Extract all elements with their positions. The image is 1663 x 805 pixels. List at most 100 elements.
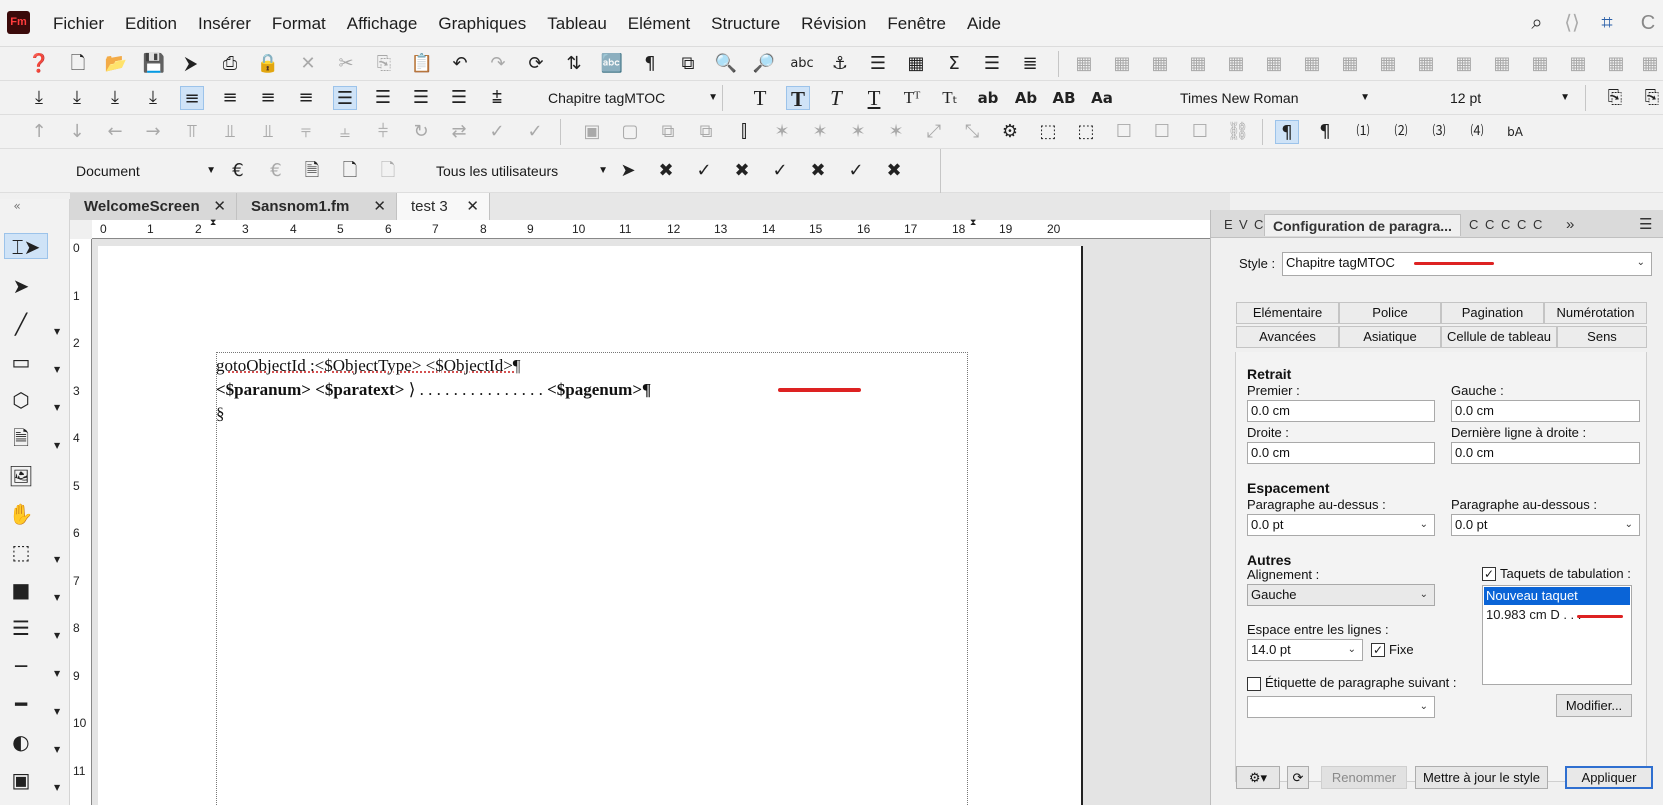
text-direction-icon[interactable]: bA bbox=[1503, 120, 1527, 144]
cross-ref-icon[interactable]: ¶ bbox=[638, 52, 662, 76]
menu-fichier[interactable]: Fichier bbox=[45, 14, 112, 34]
frame-bounds-icon[interactable]: ⬚ bbox=[1074, 120, 1098, 144]
polygon-tool-icon[interactable]: ⬡ ▼ bbox=[8, 387, 60, 413]
text-frame-tool-icon[interactable]: 🗎 ▼ bbox=[8, 425, 60, 451]
lock-track-icon[interactable]: € bbox=[264, 159, 288, 183]
panel-tab[interactable]: C bbox=[1517, 214, 1526, 236]
font-size-dropdown[interactable]: 12 pt ▼ bbox=[1450, 87, 1570, 109]
check-icon[interactable]: ✓ bbox=[485, 120, 509, 144]
lowercase-icon[interactable]: ab bbox=[976, 86, 1000, 110]
italic-icon[interactable]: T bbox=[824, 86, 848, 110]
align-center-icon[interactable]: ≡ bbox=[256, 86, 280, 110]
paragraph-style-dropdown[interactable]: Chapitre tagMTOC ▼ bbox=[548, 87, 718, 109]
collapse-icon[interactable]: « bbox=[4, 193, 30, 219]
subscript-icon[interactable]: Tₜ bbox=[938, 86, 962, 110]
small-caps-icon[interactable]: Aa bbox=[1090, 86, 1114, 110]
panel-menu-icon[interactable]: ☰ bbox=[1639, 214, 1652, 236]
repeat-icon[interactable]: ⟳ bbox=[524, 52, 548, 76]
horizontal-ruler[interactable]: 0 1 2 3 4 5 6 7 8 9 10 11 12 13 14 15 16… bbox=[92, 217, 1230, 239]
preview-icon[interactable]: 🗎 bbox=[300, 159, 324, 183]
number-format-icon[interactable]: ⑶ bbox=[1427, 120, 1451, 144]
gauche-input[interactable]: 0.0 cm bbox=[1451, 400, 1640, 422]
align-right-icon[interactable]: ≡ bbox=[218, 86, 242, 110]
align-bottom-edges-icon[interactable]: ⫫ bbox=[256, 120, 280, 144]
panel-tab[interactable]: C bbox=[1254, 214, 1263, 236]
tint-icon[interactable]: ◐ ▼ bbox=[8, 729, 60, 755]
subtab-pagination[interactable]: Pagination bbox=[1441, 302, 1544, 324]
shadow-icon[interactable]: ▣ ▼ bbox=[8, 767, 61, 793]
help-icon[interactable]: ❓ bbox=[27, 52, 51, 76]
duplicate-icon[interactable]: ☐ bbox=[1150, 120, 1174, 144]
scale-down-icon[interactable]: ⤡ bbox=[960, 120, 984, 144]
accept-change-icon[interactable]: ✓ bbox=[692, 159, 716, 183]
pointer-object-icon[interactable]: ☐ bbox=[1188, 120, 1212, 144]
initial-caps-icon[interactable]: Ab bbox=[1014, 86, 1038, 110]
check-icon[interactable]: ✓ bbox=[523, 120, 547, 144]
pattern-icon[interactable]: ☰ ▼ bbox=[8, 615, 60, 641]
pilcrow-left-icon[interactable]: ¶ bbox=[1275, 120, 1299, 144]
zoom-icon[interactable]: 🔎 bbox=[752, 52, 776, 76]
move-up-icon[interactable]: ↑ bbox=[27, 120, 51, 144]
align-justify-icon[interactable]: ≡ bbox=[294, 86, 318, 110]
object-properties-icon[interactable]: ⚙ bbox=[998, 120, 1022, 144]
panel-tab[interactable]: C bbox=[1533, 214, 1542, 236]
menu-affichage[interactable]: Affichage bbox=[339, 14, 426, 34]
indent-marker-icon[interactable]: ⧗ bbox=[970, 217, 976, 228]
menu-graphiques[interactable]: Graphiques bbox=[430, 14, 534, 34]
menu-fenetre[interactable]: Fenêtre bbox=[879, 14, 954, 34]
lock-icon[interactable]: 🔒 bbox=[256, 52, 280, 76]
line-width-icon[interactable]: ─ ▼ bbox=[8, 653, 60, 679]
table-grid-icon[interactable]: ▦ bbox=[1490, 52, 1514, 76]
print-icon[interactable]: ⎙ bbox=[218, 52, 242, 76]
menu-inserer[interactable]: Insérer bbox=[190, 14, 259, 34]
droite-input[interactable]: 0.0 cm bbox=[1247, 442, 1435, 464]
unlink-icon[interactable]: ⛓ bbox=[1226, 120, 1250, 144]
subtab-numerotation[interactable]: Numérotation bbox=[1544, 302, 1647, 324]
subtab-asiatique[interactable]: Asiatique bbox=[1339, 326, 1441, 348]
search-icon[interactable]: ⌕ bbox=[1522, 8, 1552, 38]
sum-icon[interactable]: Σ bbox=[942, 52, 966, 76]
panel-tab[interactable]: C bbox=[1485, 214, 1494, 236]
find-icon[interactable]: 🔍 bbox=[714, 52, 738, 76]
move-left-icon[interactable]: ← bbox=[103, 120, 127, 144]
variable-icon[interactable]: 🔤 bbox=[600, 52, 624, 76]
code-fragment-icon[interactable]: ⎘ bbox=[1603, 86, 1627, 110]
anchor-icon[interactable]: ⚓ bbox=[828, 52, 852, 76]
renommer-button[interactable]: Renommer bbox=[1321, 766, 1407, 789]
align-top-icon[interactable]: ⤓ bbox=[27, 86, 51, 110]
more-tabs-icon[interactable]: » bbox=[1566, 214, 1574, 236]
number-format-icon[interactable]: ⑴ bbox=[1351, 120, 1375, 144]
table-icon[interactable]: ▦ bbox=[904, 52, 928, 76]
appliquer-button[interactable]: Appliquer bbox=[1565, 766, 1653, 789]
copy-icon[interactable]: ⎘ bbox=[372, 52, 396, 76]
text-frame[interactable] bbox=[216, 352, 968, 805]
doc-line-2[interactable]: <$paranum> <$paratext> ⟩ . . . . . . . .… bbox=[216, 380, 651, 400]
undo-icon[interactable]: ↶ bbox=[448, 52, 472, 76]
spellcheck-icon[interactable]: abc bbox=[790, 52, 814, 76]
table-grid-icon[interactable]: ▦ bbox=[1224, 52, 1248, 76]
users-dropdown[interactable]: Tous les utilisateurs ▼ bbox=[436, 160, 608, 182]
align-baseline-icon[interactable]: ⤓ bbox=[141, 86, 165, 110]
numbered-list-icon[interactable]: ≣ bbox=[1018, 52, 1042, 76]
bold-icon[interactable]: T bbox=[786, 86, 810, 111]
marker-icon[interactable]: ⧉ bbox=[676, 52, 700, 76]
close-icon[interactable]: ✕ bbox=[373, 193, 386, 220]
update-style-button[interactable]: Mettre à jour le style bbox=[1415, 766, 1548, 789]
menu-format[interactable]: Format bbox=[264, 14, 334, 34]
subtab-elementaire[interactable]: Elémentaire bbox=[1236, 302, 1339, 324]
line-spacing-wide-icon[interactable]: ☰ bbox=[447, 86, 471, 110]
table-grid-icon[interactable]: ▦ bbox=[1338, 52, 1362, 76]
derniere-ligne-input[interactable]: 0.0 cm bbox=[1451, 442, 1640, 464]
image-tool-icon[interactable]: 🖼 bbox=[8, 463, 34, 489]
insert-icon[interactable]: ⎘ bbox=[1640, 86, 1663, 110]
subtab-police[interactable]: Police bbox=[1339, 302, 1441, 324]
table-grid-icon[interactable]: ▦ bbox=[1300, 52, 1324, 76]
menu-edition[interactable]: Edition bbox=[117, 14, 185, 34]
table-grid-icon[interactable]: ▦ bbox=[1528, 52, 1552, 76]
uppercase-icon[interactable]: AB bbox=[1052, 86, 1076, 110]
align-center-h-icon[interactable]: ⫨ bbox=[333, 120, 357, 144]
doc-line-3[interactable]: § bbox=[216, 404, 225, 424]
panel-tab[interactable]: E bbox=[1224, 214, 1233, 236]
track-changes-icon[interactable]: € bbox=[226, 159, 250, 183]
vertical-ruler[interactable]: 0 1 2 3 4 5 6 7 8 9 10 11 bbox=[70, 239, 92, 805]
